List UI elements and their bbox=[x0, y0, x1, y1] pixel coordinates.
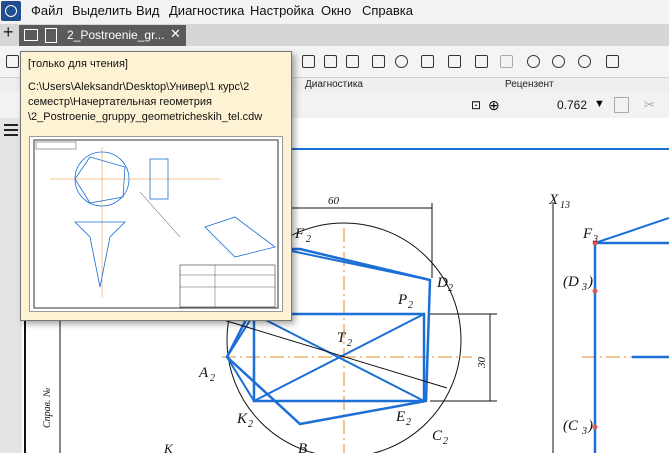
label-e2: E bbox=[395, 409, 405, 425]
menu-view[interactable]: Вид bbox=[136, 3, 160, 18]
dimension-30-label: 30 bbox=[476, 357, 488, 370]
toolbar-tool-3-icon[interactable] bbox=[344, 53, 360, 69]
toolbar-tool-1-icon[interactable] bbox=[300, 53, 316, 69]
tooltip-readonly: [только для чтения] bbox=[28, 58, 128, 70]
label-d3: (D bbox=[563, 274, 579, 290]
label-k2-sub: 2 bbox=[248, 419, 253, 430]
document-tab[interactable]: 2_Postroenie_gr... ✕ bbox=[19, 25, 186, 46]
label-x13-sub: 13 bbox=[560, 200, 570, 211]
document-icon bbox=[45, 28, 57, 43]
label-d3-paren: ) bbox=[587, 274, 593, 290]
menu-settings[interactable]: Настройка bbox=[250, 3, 314, 18]
zoom-dropdown-icon[interactable]: ▼ bbox=[594, 98, 605, 110]
tooltip-path-line-1: C:\Users\Aleksandr\Desktop\Универ\1 курс… bbox=[28, 81, 250, 93]
copy-disabled-icon[interactable] bbox=[614, 97, 629, 113]
side-stamp-text: Справ. № bbox=[42, 388, 53, 428]
label-c3-sub: 3 bbox=[581, 426, 587, 437]
label-c2: C bbox=[432, 428, 443, 444]
label-x13: X bbox=[548, 192, 559, 208]
dimension-60-label: 60 bbox=[328, 195, 340, 207]
label-t2: T bbox=[337, 330, 347, 346]
toolbar-disabled-icon[interactable] bbox=[498, 53, 514, 69]
toolbar-rect-icon[interactable] bbox=[604, 53, 620, 69]
label-e2-sub: 2 bbox=[406, 417, 411, 428]
toolbar-circle-3-icon[interactable] bbox=[576, 53, 592, 69]
panel-menu-icon[interactable] bbox=[4, 124, 18, 136]
close-tab-icon[interactable]: ✕ bbox=[170, 26, 181, 42]
new-tab-button[interactable]: + bbox=[3, 22, 14, 43]
section-reviewer-label: Рецензент bbox=[505, 79, 554, 90]
label-c3-paren: ) bbox=[587, 418, 593, 434]
label-c3: (C bbox=[563, 418, 579, 434]
zoom-control: ⊡ ⊕ 0.762 ▼ ✂ bbox=[471, 94, 669, 116]
zoom-magnifier-icon[interactable]: ⊕ bbox=[488, 97, 500, 114]
label-f2-sub: 2 bbox=[306, 234, 311, 245]
toolbar-check-icon[interactable] bbox=[473, 53, 489, 69]
drawing-icon bbox=[24, 29, 38, 41]
preview-svg bbox=[33, 139, 279, 309]
file-tooltip: [только для чтения] C:\Users\Aleksandr\D… bbox=[20, 51, 292, 321]
toolbar-circle-2-icon[interactable] bbox=[550, 53, 566, 69]
menu-help[interactable]: Справка bbox=[362, 3, 413, 18]
menu-select[interactable]: Выделить bbox=[72, 3, 132, 18]
zoom-value[interactable]: 0.762 bbox=[557, 98, 587, 112]
pan-disabled-icon[interactable]: ✂ bbox=[644, 97, 655, 113]
label-a2: A bbox=[198, 365, 209, 381]
menu-window[interactable]: Окно bbox=[321, 3, 351, 18]
section-diagnostics-label: Диагностика bbox=[305, 79, 363, 90]
label-f3-sub: 3 bbox=[592, 234, 598, 245]
open-folder-icon[interactable] bbox=[4, 53, 20, 69]
label-a2-sub: 2 bbox=[210, 373, 215, 384]
label-d3-sub: 3 bbox=[581, 282, 587, 293]
menu-file[interactable]: Файл bbox=[31, 3, 63, 18]
document-tab-title: 2_Postroenie_gr... bbox=[67, 28, 165, 42]
tooltip-path-line-3: \2_Postroenie_gruppy_geometricheskih_tel… bbox=[28, 111, 263, 123]
left-panel bbox=[0, 118, 22, 453]
toolbar-tool-5-icon[interactable] bbox=[393, 53, 409, 69]
label-d2: D bbox=[436, 275, 448, 291]
menu-diagnostics[interactable]: Диагностика bbox=[169, 3, 244, 18]
label-f3: F bbox=[582, 226, 593, 242]
label-c2-sub: 2 bbox=[443, 436, 448, 447]
drawing-preview-thumbnail bbox=[29, 136, 283, 312]
menu-bar: Файл Выделить Вид Диагностика Настройка … bbox=[0, 0, 669, 23]
label-k2: K bbox=[236, 411, 248, 427]
label-t2-sub: 2 bbox=[347, 338, 352, 349]
tooltip-path-line-2: семестр\Начертательная геометрия bbox=[28, 96, 212, 108]
label-d2-sub: 2 bbox=[448, 283, 453, 294]
toolbar-tool-6-icon[interactable] bbox=[419, 53, 435, 69]
toolbar-tool-4-icon[interactable] bbox=[370, 53, 386, 69]
label-f2: F bbox=[294, 226, 305, 242]
label-k-fragment: K bbox=[163, 441, 174, 453]
toolbar-circle-1-icon[interactable] bbox=[525, 53, 541, 69]
label-p2: P bbox=[397, 292, 407, 308]
toolbar-tool-2-icon[interactable] bbox=[322, 53, 338, 69]
document-tab-bar: + 2_Postroenie_gr... ✕ bbox=[0, 22, 669, 46]
label-b2: B bbox=[298, 441, 307, 453]
toolbar-search-icon[interactable] bbox=[446, 53, 462, 69]
label-p2-sub: 2 bbox=[408, 300, 413, 311]
app-logo-icon[interactable] bbox=[1, 1, 21, 21]
zoom-window-icon[interactable]: ⊡ bbox=[471, 98, 481, 112]
